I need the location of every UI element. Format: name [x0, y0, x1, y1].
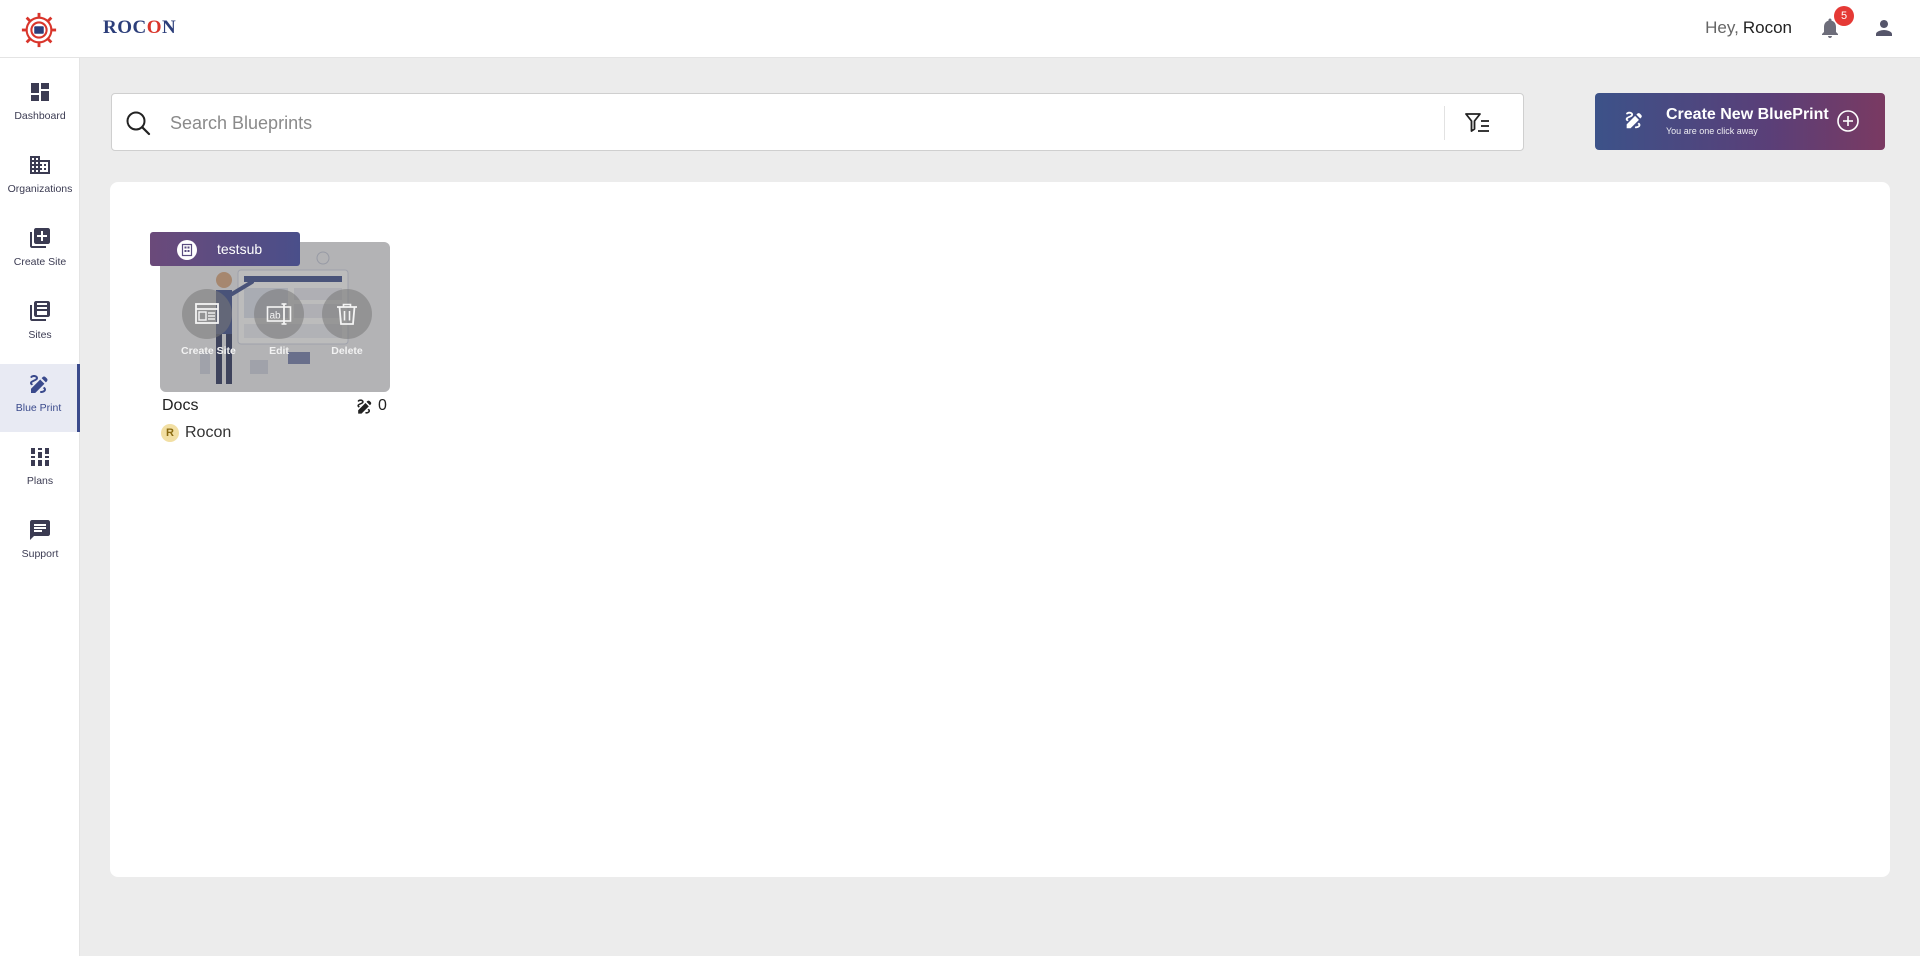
- search-input[interactable]: [170, 108, 1430, 138]
- add-box-icon: [30, 228, 50, 248]
- text-edit-icon: ab: [266, 303, 292, 325]
- edit-action-circle: ab: [254, 289, 304, 339]
- owner-avatar: R: [161, 424, 179, 442]
- trash-icon: [337, 303, 357, 325]
- filter-icon[interactable]: [1464, 111, 1490, 135]
- sidebar-item-support[interactable]: Support: [0, 510, 80, 578]
- svg-text:ab: ab: [270, 311, 282, 322]
- top-header: ROCON Hey, Rocon 5: [0, 0, 1920, 58]
- sidebar-item-sites[interactable]: Sites: [0, 291, 80, 359]
- search-divider: [1444, 106, 1445, 140]
- logo-gear-icon[interactable]: [20, 11, 58, 49]
- blueprint-icon: [357, 399, 372, 414]
- blueprint-icon: [29, 375, 47, 393]
- blueprint-name[interactable]: Docs: [162, 397, 198, 415]
- organization-icon: [177, 240, 197, 260]
- search-bar: [111, 93, 1524, 151]
- dashboard-icon: [31, 83, 49, 101]
- sidebar-item-organizations[interactable]: Organizations: [0, 145, 80, 213]
- blueprint-icon: [1625, 111, 1642, 129]
- owner-name: Rocon: [185, 424, 232, 441]
- create-site-action[interactable]: Create Site: [181, 289, 236, 357]
- search-icon: [126, 111, 151, 136]
- delete-action[interactable]: Delete: [321, 289, 373, 357]
- organization-tag: testsub: [150, 232, 300, 266]
- brand-logo[interactable]: ROCON: [103, 17, 176, 39]
- blueprint-count-value: 0: [378, 397, 387, 414]
- organization-name: testsub: [217, 241, 263, 257]
- sites-icon: [30, 301, 50, 321]
- support-icon: [30, 520, 50, 540]
- create-blueprint-title: Create New BluePrint: [1666, 106, 1829, 123]
- create-site-action-circle: [182, 289, 232, 339]
- account-icon[interactable]: [1872, 16, 1896, 40]
- sidebar-item-dashboard[interactable]: Dashboard: [0, 72, 80, 140]
- sidebar: Dashboard Organizations Create Site Site…: [0, 58, 80, 956]
- edit-action[interactable]: ab Edit: [253, 289, 305, 357]
- create-blueprint-button[interactable]: Create New BluePrint You are one click a…: [1595, 93, 1885, 150]
- add-circle-icon: [1837, 110, 1859, 132]
- create-blueprint-subtitle: You are one click away: [1666, 126, 1758, 136]
- notification-badge: 5: [1834, 6, 1854, 26]
- user-greeting: Hey, Rocon: [1705, 18, 1792, 37]
- sidebar-item-blue-print[interactable]: Blue Print: [0, 364, 80, 432]
- sidebar-item-create-site[interactable]: Create Site: [0, 218, 80, 286]
- organizations-icon: [30, 156, 50, 174]
- site-layout-icon: [195, 303, 219, 324]
- delete-action-circle: [322, 289, 372, 339]
- plans-icon: [31, 448, 49, 466]
- sidebar-item-plans[interactable]: Plans: [0, 437, 80, 505]
- user-name: Rocon: [1742, 18, 1792, 37]
